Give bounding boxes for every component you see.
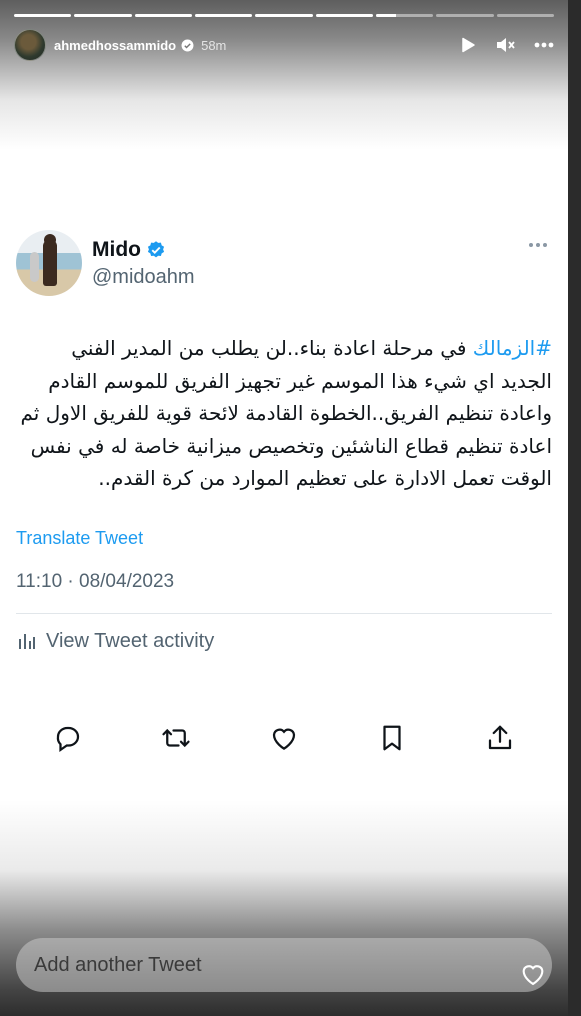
story-time: 58m [201, 37, 227, 53]
view-tweet-activity[interactable]: View Tweet activity [16, 630, 552, 653]
progress-fill [375, 14, 397, 17]
reply-placeholder: Add another Tweet [34, 953, 202, 976]
progress-segment [436, 14, 494, 17]
progress-fill [134, 14, 192, 17]
like-icon[interactable] [268, 722, 300, 754]
retweet-icon[interactable] [160, 722, 192, 754]
progress-fill [14, 14, 72, 17]
tweet-actions [16, 722, 552, 762]
progress-segment [194, 14, 253, 17]
more-icon[interactable] [534, 35, 554, 55]
divider [16, 612, 552, 614]
tweet-card: Mido @midoahm #الزمالك في مرحلة اعادة بن… [16, 228, 552, 653]
story-like-icon[interactable] [518, 960, 548, 988]
story-username[interactable]: ahmedhossammido [54, 38, 176, 53]
mute-icon[interactable] [496, 35, 516, 55]
story-progress-bar [14, 14, 554, 17]
tweet-author: Mido @midoahm [16, 228, 552, 298]
reply-input[interactable]: Add another Tweet [16, 938, 552, 992]
progress-fill [194, 14, 253, 17]
author-handle[interactable]: @midoahm [92, 266, 195, 289]
author-name[interactable]: Mido [92, 238, 141, 262]
progress-fill [255, 14, 313, 17]
author-avatar[interactable] [16, 230, 82, 296]
progress-segment [315, 14, 373, 17]
story-avatar[interactable] [14, 29, 46, 61]
verified-icon [181, 39, 194, 51]
progress-fill [315, 14, 373, 17]
play-icon[interactable] [458, 35, 478, 55]
reply-icon[interactable] [52, 722, 84, 754]
progress-segment [496, 14, 554, 17]
window-edge [568, 0, 581, 1016]
tweet-timestamp[interactable]: 11:10 · 08/04/2023 [16, 571, 552, 593]
progress-segment [255, 14, 313, 17]
story-viewer: ahmedhossammido 58m Mido @midoahm #الزما… [0, 0, 568, 1016]
activity-label: View Tweet activity [46, 629, 215, 652]
analytics-icon [19, 634, 35, 649]
bookmark-icon[interactable] [376, 722, 408, 754]
progress-segment [74, 14, 132, 17]
tweet-more-icon[interactable] [526, 238, 550, 252]
progress-segment [14, 14, 72, 17]
progress-segment [134, 14, 192, 17]
hashtag-link[interactable]: #الزمالك [473, 336, 552, 360]
tweet-text: #الزمالك في مرحلة اعادة بناء..لن يطلب من… [16, 332, 552, 495]
verified-badge-icon [147, 240, 165, 257]
translate-tweet-link[interactable]: Translate Tweet [16, 528, 552, 549]
share-icon[interactable] [484, 722, 516, 754]
progress-segment [375, 14, 434, 17]
progress-fill [74, 14, 132, 17]
story-header: ahmedhossammido 58m [14, 29, 554, 61]
